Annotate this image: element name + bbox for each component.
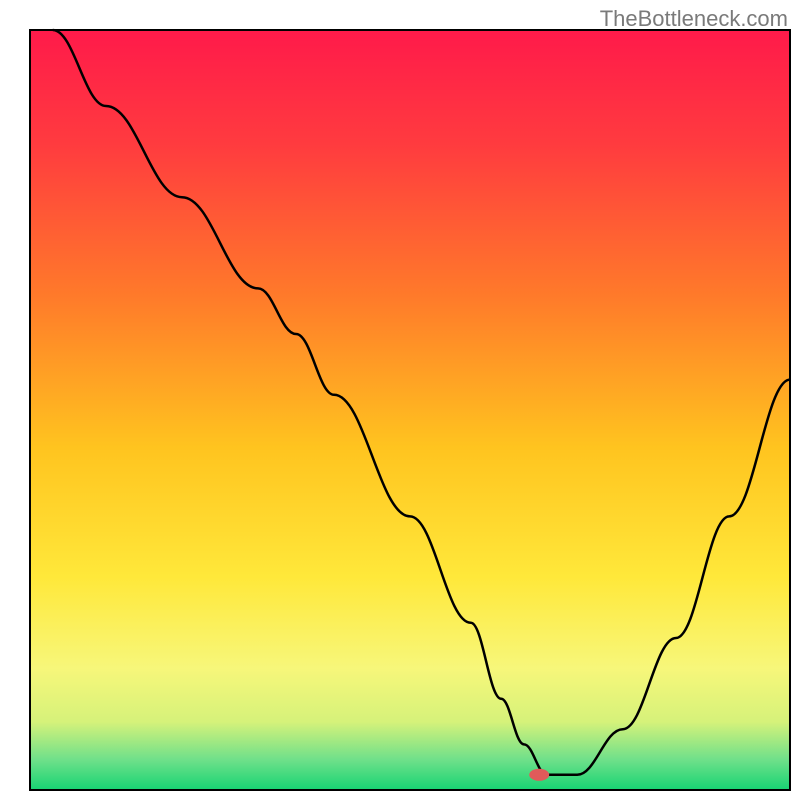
plot-background xyxy=(30,30,790,790)
chart-container: TheBottleneck.com xyxy=(0,0,800,800)
watermark-text: TheBottleneck.com xyxy=(600,6,788,32)
bottleneck-chart xyxy=(0,0,800,800)
optimal-marker xyxy=(529,769,549,781)
